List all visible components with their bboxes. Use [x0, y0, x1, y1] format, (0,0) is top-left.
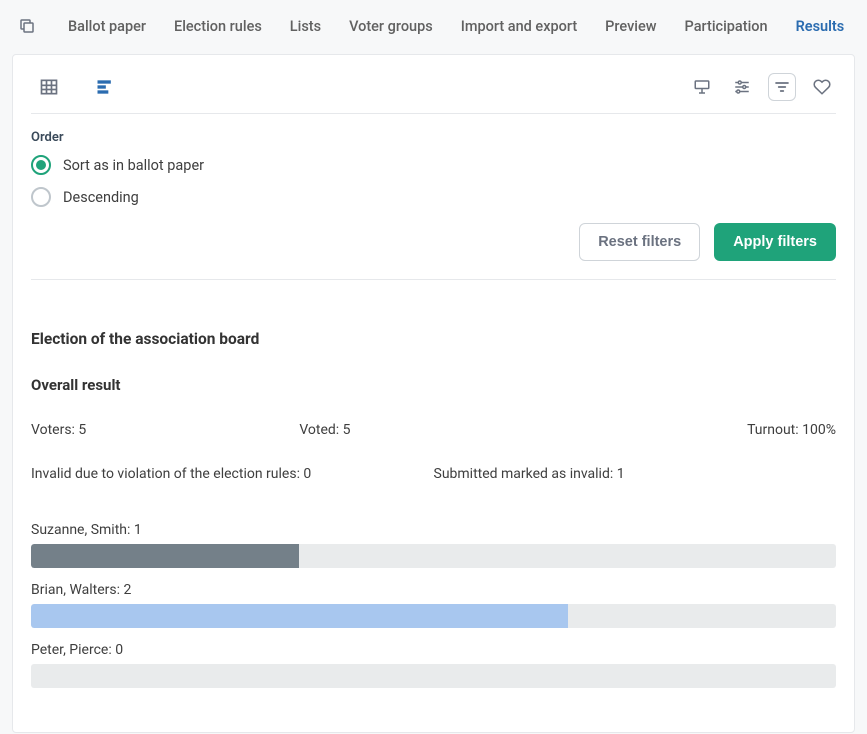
filter-icon[interactable]	[768, 73, 796, 101]
divider	[31, 113, 836, 114]
top-nav: Ballot paper Election rules Lists Voter gro…	[0, 0, 867, 52]
order-option[interactable]: Descending	[31, 187, 836, 207]
nav-tab-participation[interactable]: Participation	[685, 18, 768, 35]
chart-bar-track	[31, 664, 836, 688]
results-bar-chart: Suzanne, Smith: 1 Brian, Walters: 2 Peter,…	[31, 522, 836, 688]
table-view-icon[interactable]	[35, 73, 63, 101]
sliders-icon[interactable]	[728, 73, 756, 101]
stats-row-1: Voters: 5 Voted: 5 Turnout: 100%	[31, 422, 836, 438]
chart-bar-track	[31, 544, 836, 568]
invalid-rules-stat: Invalid due to violation of the election…	[31, 466, 434, 482]
chart-bar-label: Peter, Pierce: 0	[31, 642, 836, 658]
filter-actions: Reset filters Apply filters	[31, 223, 836, 261]
radio-icon[interactable]	[31, 155, 51, 175]
radio-label: Descending	[63, 189, 139, 206]
voters-stat: Voters: 5	[31, 422, 299, 438]
heart-icon[interactable]	[808, 73, 836, 101]
nav-tab-ballot-paper[interactable]: Ballot paper	[68, 18, 146, 35]
election-title: Election of the association board	[31, 330, 836, 348]
turnout-stat: Turnout: 100%	[568, 422, 836, 438]
chart-bar-label: Suzanne, Smith: 1	[31, 522, 836, 538]
chart-bar-track	[31, 604, 836, 628]
results-card: Order Sort as in ballot paperDescending …	[12, 54, 855, 733]
radio-label: Sort as in ballot paper	[63, 157, 204, 174]
order-section-label: Order	[31, 130, 836, 145]
copy-icon[interactable]	[18, 17, 36, 35]
nav-tab-results[interactable]: Results	[796, 18, 845, 35]
bar-view-icon[interactable]	[91, 73, 119, 101]
chart-bar-item: Suzanne, Smith: 1	[31, 522, 836, 568]
divider	[31, 279, 836, 280]
apply-filters-button[interactable]: Apply filters	[714, 223, 836, 261]
view-mode-row	[31, 73, 836, 101]
radio-icon[interactable]	[31, 187, 51, 207]
presentation-icon[interactable]	[688, 73, 716, 101]
nav-tab-lists[interactable]: Lists	[290, 18, 321, 35]
stats-row-2: Invalid due to violation of the election…	[31, 466, 836, 482]
voted-stat: Voted: 5	[299, 422, 567, 438]
order-option[interactable]: Sort as in ballot paper	[31, 155, 836, 175]
marked-invalid-stat: Submitted marked as invalid: 1	[434, 466, 837, 482]
overall-result-heading: Overall result	[31, 376, 836, 394]
chart-bar-fill	[31, 604, 568, 628]
chart-bar-fill	[31, 544, 299, 568]
chart-bar-item: Brian, Walters: 2	[31, 582, 836, 628]
nav-tab-election-rules[interactable]: Election rules	[174, 18, 262, 35]
chart-bar-item: Peter, Pierce: 0	[31, 642, 836, 688]
reset-filters-button[interactable]: Reset filters	[579, 223, 700, 261]
chart-bar-label: Brian, Walters: 2	[31, 582, 836, 598]
nav-tab-import-and-export[interactable]: Import and export	[461, 18, 577, 35]
nav-tab-voter-groups[interactable]: Voter groups	[349, 18, 433, 35]
nav-tab-preview[interactable]: Preview	[605, 18, 656, 35]
